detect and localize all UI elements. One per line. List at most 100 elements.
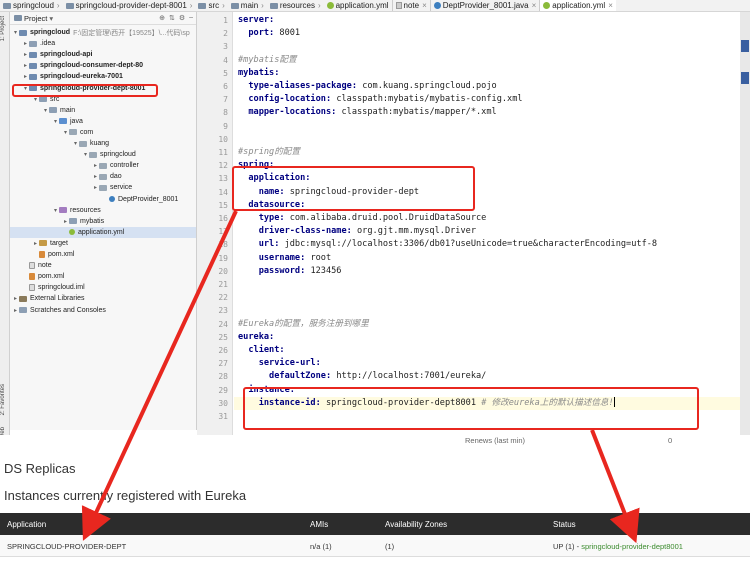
chevron-right-icon[interactable]: ▸: [12, 295, 19, 302]
tree-item[interactable]: pom.xml: [10, 249, 196, 260]
collapse-icon[interactable]: ⇅: [169, 14, 175, 22]
tree-item[interactable]: ▸ springcloud-eureka-7001: [10, 71, 196, 82]
code-line[interactable]: username: root: [238, 252, 331, 265]
chevron-down-icon[interactable]: ▾: [12, 29, 19, 36]
breadcrumb-item[interactable]: springcloud ›: [0, 1, 63, 10]
tree-item[interactable]: ▸ controller: [10, 160, 196, 171]
tree-item[interactable]: ▸ .idea: [10, 38, 196, 49]
code-line[interactable]: type: com.alibaba.druid.pool.DruidDataSo…: [238, 212, 487, 225]
close-icon[interactable]: ×: [422, 1, 427, 10]
tree-item[interactable]: ▸ springcloud-api: [10, 49, 196, 60]
code-line[interactable]: name: springcloud-provider-dept: [238, 186, 419, 199]
locate-icon[interactable]: ⊕: [159, 14, 165, 22]
chevron-down-icon[interactable]: ▾: [82, 151, 89, 158]
chevron-down-icon[interactable]: ▾: [52, 118, 59, 125]
chevron-down-icon[interactable]: ▾: [52, 207, 59, 214]
yaml-key: mybatis:: [238, 67, 280, 78]
chevron-right-icon[interactable]: ▸: [22, 62, 29, 69]
tree-item[interactable]: ▸ service: [10, 182, 196, 193]
editor-tab[interactable]: note ×: [391, 0, 430, 11]
tree-item[interactable]: ▾ java: [10, 116, 196, 127]
code-line[interactable]: datasource:: [238, 199, 305, 212]
code-line[interactable]: instance-id: springcloud-provider-dept80…: [238, 397, 615, 410]
maven-tool-tab[interactable]: [741, 72, 749, 84]
hide-icon[interactable]: –: [189, 14, 193, 22]
tree-item[interactable]: ▾ springcloud: [10, 149, 196, 160]
chevron-right-icon[interactable]: ▸: [92, 162, 99, 169]
chevron-down-icon[interactable]: ▾: [42, 107, 49, 114]
chevron-right-icon[interactable]: ▸: [92, 184, 99, 191]
code-line[interactable]: defaultZone: http://localhost:7001/eurek…: [238, 370, 486, 383]
editor-tab[interactable]: DeptProvider_8001.java ×: [429, 0, 540, 11]
instance-link[interactable]: springcloud-provider-dept8001: [581, 542, 683, 551]
project-tool-tab[interactable]: 1: Project: [0, 16, 10, 41]
code-line[interactable]: port: 8001: [238, 27, 300, 40]
code-line[interactable]: config-location: classpath:mybatis/mybat…: [238, 93, 522, 106]
database-tool-tab[interactable]: [741, 40, 749, 52]
tree-item[interactable]: DeptProvider_8001: [10, 194, 196, 205]
tree-item[interactable]: springcloud.iml: [10, 282, 196, 293]
gear-icon[interactable]: ⚙: [179, 14, 185, 22]
dropdown-icon[interactable]: ▾: [49, 14, 53, 23]
tree-item[interactable]: ▸ External Libraries: [10, 293, 196, 304]
chevron-right-icon[interactable]: ▸: [22, 73, 29, 80]
chevron-right-icon[interactable]: ▸: [62, 218, 69, 225]
code-line[interactable]: mybatis:: [238, 67, 279, 80]
code-line[interactable]: mapper-locations: classpath:mybatis/mapp…: [238, 106, 496, 119]
tree-item-label: pom.xml: [38, 273, 65, 281]
tree-item[interactable]: ▸ dao: [10, 171, 196, 182]
favorites-tool-tab[interactable]: 2: Favorites: [0, 384, 10, 415]
tree-item[interactable]: ▾ main: [10, 105, 196, 116]
breadcrumb-item[interactable]: springcloud-provider-dept-8001 ›: [63, 1, 196, 10]
tree-item[interactable]: pom.xml: [10, 271, 196, 282]
code-line[interactable]: type-aliases-package: com.kuang.springcl…: [238, 80, 496, 93]
chevron-right-icon[interactable]: ▸: [32, 240, 39, 247]
chevron-right-icon[interactable]: ▸: [22, 40, 29, 47]
code-line[interactable]: #mybatis配置: [238, 54, 297, 67]
tree-item[interactable]: ▸ mybatis: [10, 216, 196, 227]
tree-item[interactable]: ▾ src: [10, 94, 196, 105]
code-line[interactable]: instance:: [238, 384, 295, 397]
breadcrumb-item[interactable]: resources ›: [267, 1, 324, 10]
breadcrumb-item[interactable]: application.yml: [324, 1, 392, 10]
code-line[interactable]: server:: [238, 14, 274, 27]
editor-tab[interactable]: application.yml ×: [539, 0, 616, 11]
code-line[interactable]: password: 123456: [238, 265, 342, 278]
tree-item[interactable]: ▾ kuang: [10, 138, 196, 149]
code-line[interactable]: eureka:: [238, 331, 274, 344]
yaml-key: url:: [238, 239, 285, 250]
tree-item[interactable]: note: [10, 260, 196, 271]
chevron-down-icon[interactable]: ▾: [62, 129, 69, 136]
code-line[interactable]: client:: [238, 344, 284, 357]
chevron-down-icon[interactable]: ▾: [72, 140, 79, 147]
project-panel-title[interactable]: Project: [24, 14, 47, 23]
code-line[interactable]: driver-class-name: org.gjt.mm.mysql.Driv…: [238, 225, 476, 238]
tree-item[interactable]: ▾ springcloud-provider-dept-8001: [10, 83, 196, 94]
code-line[interactable]: #spring的配置: [238, 146, 300, 159]
code-editor[interactable]: 1 2 3 4 5 6 7 8 9 10 11 12 13 14 15 16 17 18 19 20 21 22 23 24 2…: [197, 12, 750, 435]
chevron-right-icon[interactable]: ▸: [22, 51, 29, 58]
breadcrumb-item[interactable]: src ›: [195, 1, 227, 10]
close-icon[interactable]: ×: [608, 1, 613, 10]
code-line[interactable]: #Eureka的配置，服务注册到哪里: [238, 318, 369, 331]
line-number: 24: [218, 319, 228, 329]
tree-item[interactable]: ▸ Scratches and Consoles: [10, 305, 196, 316]
code-line[interactable]: url: jdbc:mysql://localhost:3306/db01?us…: [238, 238, 657, 251]
tree-item[interactable]: ▾ springcloud F:\固定管理\西开【19525】\...代码\sp: [10, 27, 196, 38]
tree-item[interactable]: ▸ target: [10, 238, 196, 249]
file-icon: [29, 284, 35, 292]
breadcrumb-item[interactable]: main ›: [228, 1, 267, 10]
close-icon[interactable]: ×: [532, 1, 537, 10]
code-line[interactable]: application:: [238, 172, 310, 185]
code-line[interactable]: spring:: [238, 159, 274, 172]
code-line[interactable]: service-url:: [238, 357, 321, 370]
chevron-right-icon: ›: [222, 1, 225, 10]
tree-item[interactable]: ▾ resources: [10, 205, 196, 216]
tree-item[interactable]: ▸ springcloud-consumer-dept-80: [10, 60, 196, 71]
chevron-down-icon[interactable]: ▾: [22, 85, 29, 92]
chevron-down-icon[interactable]: ▾: [32, 96, 39, 103]
tree-item[interactable]: ▾ com: [10, 127, 196, 138]
chevron-right-icon[interactable]: ▸: [12, 307, 19, 314]
chevron-right-icon[interactable]: ▸: [92, 173, 99, 180]
tree-item[interactable]: application.yml: [10, 226, 196, 238]
